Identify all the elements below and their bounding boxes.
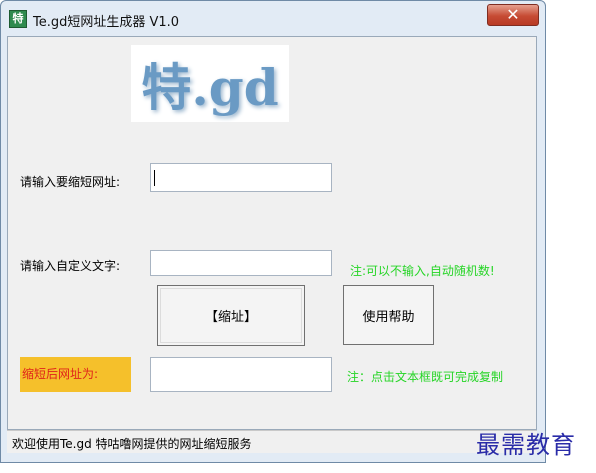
result-label: 缩短后网址为: <box>20 357 131 392</box>
result-output[interactable] <box>150 357 332 392</box>
status-text: 欢迎使用Te.gd 特咕噜网提供的网址缩短服务 <box>12 437 252 451</box>
custom-text-input[interactable] <box>150 250 332 276</box>
close-button[interactable]: ✕ <box>487 4 539 26</box>
watermark: 最需教育 <box>476 431 576 459</box>
custom-text-label: 请输入自定义文字: <box>20 259 121 273</box>
shorten-button[interactable]: 【缩址】 <box>157 285 305 346</box>
shorten-button-label: 【缩址】 <box>204 310 257 325</box>
window-title: Te.gd短网址生成器 V1.0 <box>33 15 180 30</box>
url-input[interactable] <box>150 163 332 192</box>
status-bar: 欢迎使用Te.gd 特咕噜网提供的网址缩短服务 <box>7 430 537 453</box>
text-caret <box>154 170 155 186</box>
close-icon: ✕ <box>506 5 520 24</box>
title-bar[interactable]: 特 Te.gd短网址生成器 V1.0 ✕ <box>1 1 545 37</box>
url-label: 请输入要缩短网址: <box>20 175 121 189</box>
help-button[interactable]: 使用帮助 <box>343 285 434 345</box>
copy-note: 注：点击文本框既可完成复制 <box>347 370 504 384</box>
logo: 特.gd <box>131 45 289 122</box>
help-button-label: 使用帮助 <box>362 309 415 325</box>
app-icon: 特 <box>9 10 27 28</box>
logo-text: 特.gd <box>141 57 279 117</box>
custom-text-note: 注:可以不输入,自动随机数! <box>350 264 495 278</box>
